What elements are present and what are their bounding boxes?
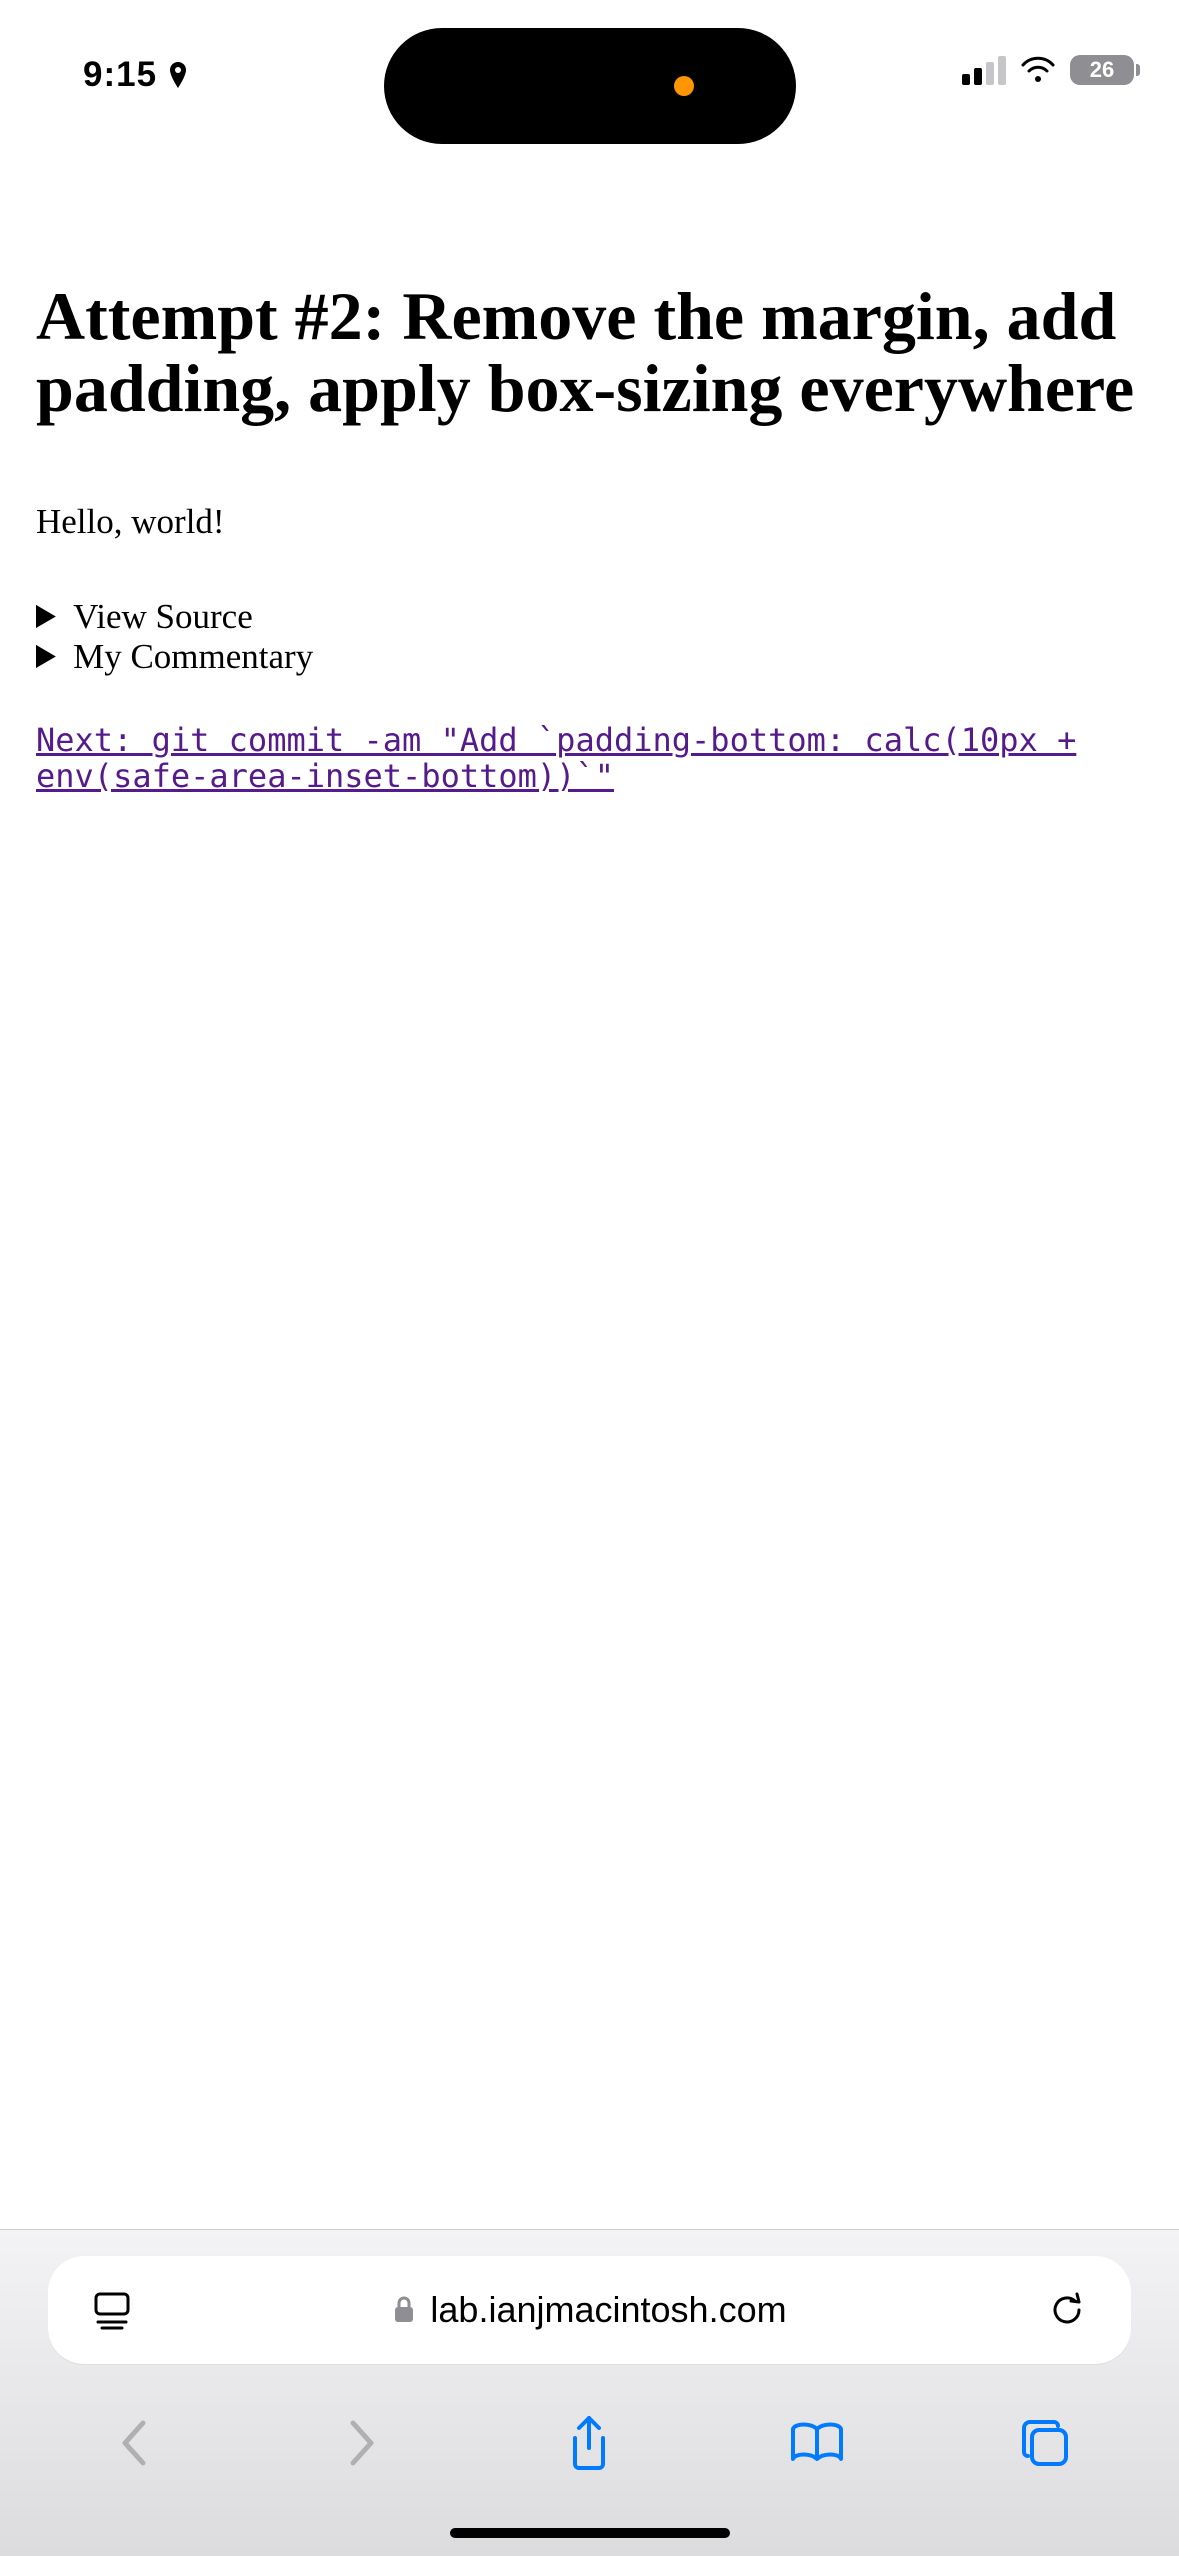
- summary-commentary[interactable]: My Commentary: [36, 637, 1143, 677]
- page-heading: Attempt #2: Remove the margin, add paddi…: [36, 280, 1143, 424]
- status-bar: 9:15 26: [0, 0, 1179, 130]
- share-icon: [565, 2414, 613, 2472]
- battery-percent: 26: [1090, 57, 1114, 83]
- home-indicator: [450, 2528, 730, 2538]
- forward-button[interactable]: [322, 2403, 402, 2483]
- reload-icon: [1047, 2290, 1087, 2330]
- recording-indicator-dot: [674, 76, 694, 96]
- cellular-signal-icon: [962, 56, 1006, 85]
- tabs-icon: [1018, 2416, 1072, 2470]
- address-bar[interactable]: lab.ianjmacintosh.com: [48, 2256, 1131, 2364]
- bookmarks-button[interactable]: [777, 2403, 857, 2483]
- battery-indicator: 26: [1070, 55, 1134, 85]
- share-button[interactable]: [549, 2403, 629, 2483]
- address-bar-center[interactable]: lab.ianjmacintosh.com: [392, 2289, 786, 2331]
- chevron-left-icon: [117, 2417, 151, 2469]
- details-view-source[interactable]: View Source: [36, 597, 1143, 637]
- page-settings-icon: [90, 2288, 134, 2332]
- wifi-icon: [1020, 56, 1056, 84]
- dynamic-island: [384, 28, 796, 144]
- back-button[interactable]: [94, 2403, 174, 2483]
- next-link[interactable]: Next: git commit -am "Add `padding-botto…: [36, 722, 1143, 796]
- lock-icon: [392, 2295, 416, 2325]
- status-time: 9:15: [83, 55, 157, 95]
- reload-button[interactable]: [1039, 2290, 1095, 2330]
- location-icon: [167, 62, 189, 88]
- address-url: lab.ianjmacintosh.com: [430, 2289, 786, 2331]
- details-commentary[interactable]: My Commentary: [36, 637, 1143, 677]
- book-icon: [787, 2419, 847, 2467]
- summary-view-source[interactable]: View Source: [36, 597, 1143, 637]
- page-body-text: Hello, world!: [36, 502, 1143, 542]
- tabs-button[interactable]: [1005, 2403, 1085, 2483]
- status-time-group: 9:15: [83, 55, 189, 95]
- chevron-right-icon: [345, 2417, 379, 2469]
- page-settings-button[interactable]: [84, 2288, 140, 2332]
- safari-chrome: lab.ianjmacintosh.com: [0, 2229, 1179, 2556]
- page-content: Attempt #2: Remove the margin, add paddi…: [0, 130, 1179, 795]
- safari-toolbar: [0, 2388, 1179, 2498]
- status-right-group: 26: [962, 55, 1134, 85]
